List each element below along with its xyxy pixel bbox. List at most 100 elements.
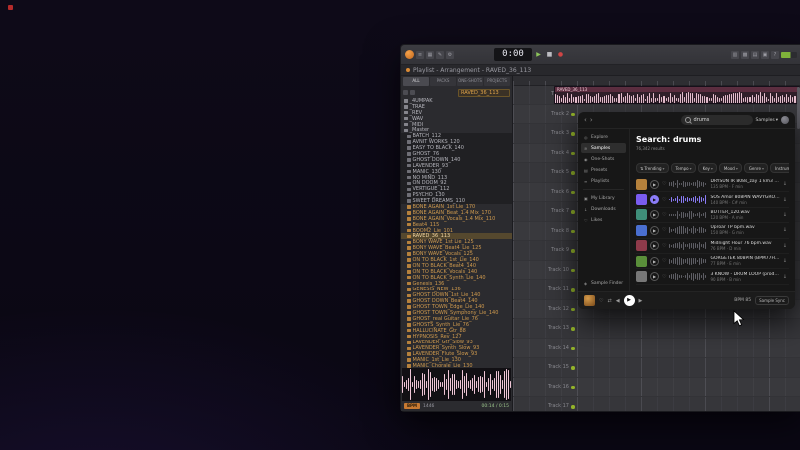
sidebar-item[interactable]: ↓ Downloads — [581, 204, 626, 214]
toolbar-icon[interactable]: ⚙ — [446, 51, 454, 59]
track-mute-light[interactable] — [571, 171, 575, 175]
sample-play-button[interactable]: ▶ — [650, 180, 659, 189]
browser-collapse-icon[interactable] — [403, 90, 408, 95]
record-button[interactable]: ● — [556, 50, 565, 59]
avatar[interactable] — [781, 116, 789, 124]
samples-dropdown[interactable]: Samples ▾ — [756, 118, 778, 123]
sample-row[interactable]: ▶ ♡ GORGETEK 808PIN (BPM77HGGZ).wav 77 B… — [636, 254, 789, 269]
sample-row[interactable]: ▶ ♡ SOS Amor 808PIN WAVYGROOVES.wav 140 … — [636, 192, 789, 207]
toolbar-icon[interactable]: ≡ — [416, 51, 424, 59]
download-icon[interactable]: ↓ — [783, 212, 787, 218]
sample-row[interactable]: ▶ ♡ Midnight Hour 76 bpm.wav 76 BPM · D … — [636, 239, 789, 254]
browser-tab[interactable]: PROJECTS — [484, 77, 510, 86]
track-row[interactable]: Track 15 — [513, 358, 800, 378]
sidebar-item[interactable]: ≋ Samples — [581, 143, 626, 153]
track-mute-light[interactable] — [571, 308, 575, 312]
track-mute-light[interactable] — [571, 152, 575, 156]
heart-icon[interactable]: ♡ — [662, 181, 666, 187]
track-mute-light[interactable] — [571, 327, 575, 331]
track-row[interactable]: Track 13 — [513, 319, 800, 339]
browser-selector[interactable]: RAVED_36_113 — [458, 89, 510, 97]
sample-play-button[interactable]: ▶ — [650, 210, 659, 219]
next-icon[interactable]: ▶ — [639, 298, 643, 304]
toolbar-icon[interactable]: ▥ — [731, 51, 739, 59]
filter-chip[interactable]: Genre ▾ — [744, 163, 768, 173]
filter-chip[interactable]: Mood ▾ — [719, 163, 742, 173]
download-icon[interactable]: ↓ — [783, 274, 787, 280]
shuffle-icon[interactable]: ⇄ — [607, 298, 611, 304]
track-mute-light[interactable] — [571, 113, 575, 117]
sample-row[interactable]: ▶ ♡ DRYSUN IR 808s_zay 1 km3 - The Rhyth… — [636, 177, 789, 192]
filter-chip[interactable]: Tempo ▾ — [671, 163, 696, 173]
track-mute-light[interactable] — [571, 269, 575, 273]
search-input[interactable]: drums — [681, 115, 753, 125]
download-icon[interactable]: ↓ — [783, 197, 787, 203]
sample-preview[interactable] — [402, 368, 511, 401]
toolbar-icon[interactable]: ▤ — [751, 51, 759, 59]
sample-row[interactable]: ▶ ♡ Uproar TP bpm.wav 150 BPM · G min ↓ — [636, 223, 789, 238]
toolbar-icon[interactable]: ▣ — [761, 51, 769, 59]
sample-row[interactable]: ▶ ♡ BUTTER_120.wav 120 BPM · A min ↓ — [636, 208, 789, 223]
track-mute-light[interactable] — [571, 191, 575, 195]
browser-refresh-icon[interactable] — [410, 90, 415, 95]
track-row[interactable]: Track 16 — [513, 378, 800, 398]
sample-sync-button[interactable]: Sample Sync — [755, 296, 789, 305]
sidebar-item[interactable]: ≡ Playlists — [581, 176, 626, 186]
track-mute-light[interactable] — [571, 210, 575, 214]
download-icon[interactable]: ↓ — [783, 243, 787, 249]
heart-icon[interactable]: ♡ — [662, 212, 666, 218]
track-mute-light[interactable] — [571, 288, 575, 292]
track-mute-light[interactable] — [571, 249, 575, 253]
sample-row[interactable]: ▶ ♡ 3 KNOW - DRUM LOOP (prod. by KH).wav… — [636, 269, 789, 284]
forward-icon[interactable]: › — [590, 112, 593, 128]
download-icon[interactable]: ↓ — [783, 227, 787, 233]
sample-waveform[interactable] — [669, 210, 707, 219]
filter-chip[interactable]: Key ▾ — [698, 163, 717, 173]
sidebar-item[interactable]: ▤ Presets — [581, 165, 626, 175]
sample-waveform[interactable] — [669, 180, 707, 189]
filter-chip[interactable]: Instrument ▾ — [770, 163, 789, 173]
play-button[interactable]: ▶ — [534, 50, 543, 59]
filter-chip[interactable]: ⇅ Trending ▾ — [636, 163, 669, 173]
heart-icon[interactable]: ♡ — [662, 197, 666, 203]
browser-tab[interactable]: PACKS — [430, 77, 456, 86]
heart-icon[interactable]: ♡ — [662, 274, 666, 280]
download-icon[interactable]: ↓ — [783, 181, 787, 187]
previous-icon[interactable]: ◀ — [616, 298, 620, 304]
sample-play-button[interactable]: ▶ — [650, 195, 659, 204]
fl-logo-icon[interactable] — [405, 50, 414, 59]
browser-tab[interactable]: ONE-SHOTS — [457, 77, 483, 86]
sample-play-button[interactable]: ▶ — [650, 257, 659, 266]
sample-waveform[interactable] — [669, 241, 707, 250]
stop-button[interactable]: ■ — [545, 50, 554, 59]
track-mute-light[interactable] — [571, 347, 575, 351]
sample-play-button[interactable]: ▶ — [650, 241, 659, 250]
sample-waveform[interactable] — [669, 226, 707, 235]
download-icon[interactable]: ↓ — [783, 258, 787, 264]
sample-waveform[interactable] — [669, 257, 707, 266]
toolbar-icon[interactable]: ▩ — [741, 51, 749, 59]
track-mute-light[interactable] — [571, 132, 575, 136]
sidebar-item[interactable]: ▣ My Library — [581, 193, 626, 203]
track-mute-light[interactable] — [571, 405, 575, 409]
track-row[interactable]: Track 17 — [513, 397, 800, 411]
toolbar-icon[interactable]: ? — [771, 51, 779, 59]
sidebar-item-sample-finder[interactable]: ◈ Sample Finder — [581, 278, 626, 288]
track-row[interactable]: Track 14 — [513, 339, 800, 359]
heart-icon[interactable]: ♡ — [662, 243, 666, 249]
toolbar-icon[interactable]: ✎ — [436, 51, 444, 59]
sample-play-button[interactable]: ▶ — [650, 272, 659, 281]
sample-waveform[interactable] — [669, 272, 707, 281]
toolbar-icon[interactable]: ▦ — [426, 51, 434, 59]
track-mute-light[interactable] — [571, 366, 575, 370]
track-mute-light[interactable] — [571, 386, 575, 390]
footer-play-button[interactable]: ▶ — [624, 295, 635, 306]
back-icon[interactable]: ‹ — [584, 112, 587, 128]
heart-icon[interactable]: ♡ — [662, 227, 666, 233]
sidebar-item[interactable]: ◉ One-Shots — [581, 154, 626, 164]
track-mute-light[interactable] — [571, 230, 575, 234]
sidebar-item[interactable]: ♡ Likes — [581, 215, 626, 225]
heart-icon[interactable]: ♡ — [662, 258, 666, 264]
audio-clip[interactable]: RAVED_36_113 — [554, 86, 800, 105]
sample-play-button[interactable]: ▶ — [650, 226, 659, 235]
